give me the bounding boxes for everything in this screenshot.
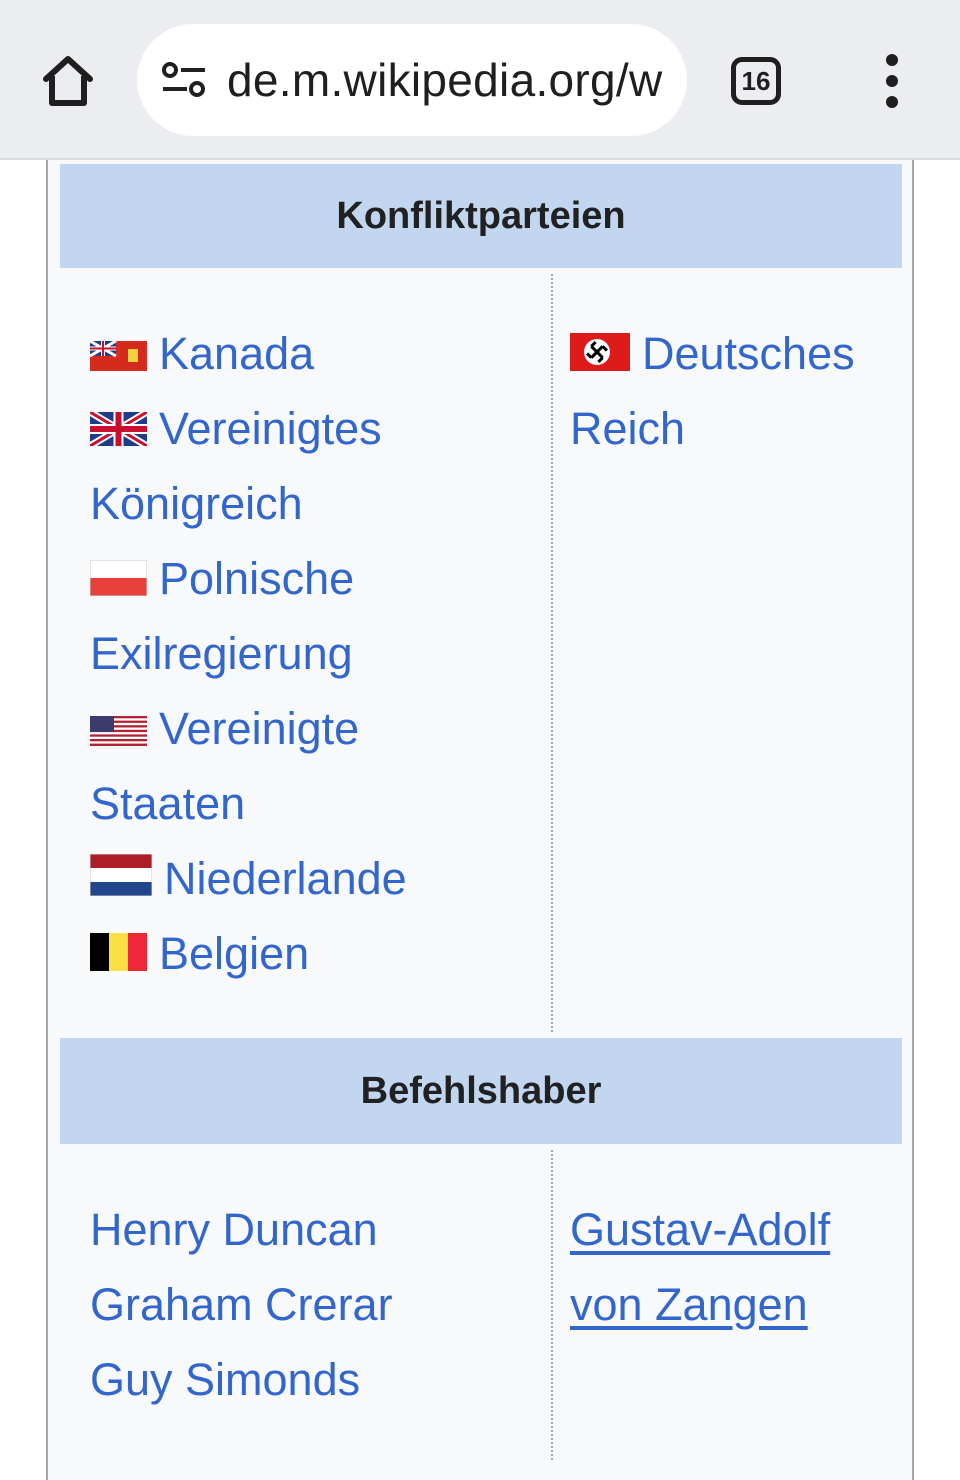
flag-usa-icon <box>90 716 147 746</box>
section-header-befehlshaber: Befehlshaber <box>60 1038 902 1144</box>
site-settings-icon[interactable] <box>161 62 207 98</box>
section-header-konfliktparteien: Konfliktparteien <box>60 164 902 268</box>
flag-uk-icon <box>88 408 149 450</box>
link-belgien[interactable]: Belgien <box>159 928 309 979</box>
link-exilregierung[interactable]: Exilregierung <box>90 628 353 679</box>
axis-commanders-column: Gustav-Adolf von Zangen <box>570 1192 890 1342</box>
flag-netherlands-icon <box>89 853 153 897</box>
allies-column: Kanada Vereinigtes Königreich Polnische … <box>88 316 530 991</box>
more-menu-icon[interactable] <box>880 54 904 108</box>
flag-belgium-icon <box>90 933 147 971</box>
home-icon <box>43 56 93 106</box>
link-koenigreich[interactable]: Königreich <box>90 478 303 529</box>
link-kanada[interactable]: Kanada <box>159 328 314 379</box>
tab-switcher-icon[interactable]: 16 <box>731 57 781 105</box>
infobox: Konfliktparteien Kanada Vereinigtes Köni… <box>46 160 914 1480</box>
url-text[interactable]: de.m.wikipedia.org/w <box>227 52 663 108</box>
home-button[interactable] <box>40 52 96 108</box>
link-commander-zangen-2[interactable]: von Zangen <box>570 1279 808 1330</box>
link-commander-simonds[interactable]: Guy Simonds <box>90 1354 360 1405</box>
link-commander-crerar-1[interactable]: Henry Duncan <box>90 1204 378 1255</box>
axis-column: Deutsches Reich <box>570 316 890 466</box>
column-divider <box>551 1150 553 1460</box>
link-staaten[interactable]: Staaten <box>90 778 245 829</box>
column-divider <box>551 274 553 1032</box>
link-vereinigtes[interactable]: Vereinigtes <box>159 403 382 454</box>
address-bar[interactable]: de.m.wikipedia.org/w <box>137 24 687 136</box>
flag-german-reich-icon <box>570 333 630 371</box>
link-deutsches[interactable]: Deutsches <box>642 328 855 379</box>
browser-toolbar: de.m.wikipedia.org/w 16 <box>0 0 960 160</box>
flag-poland-icon <box>89 559 148 597</box>
tab-count: 16 <box>741 65 771 96</box>
link-polnische[interactable]: Polnische <box>159 553 354 604</box>
link-vereinigte[interactable]: Vereinigte <box>159 703 359 754</box>
link-commander-zangen-1[interactable]: Gustav-Adolf <box>570 1204 830 1255</box>
link-reich[interactable]: Reich <box>570 403 685 454</box>
link-commander-crerar-2[interactable]: Graham Crerar <box>90 1279 393 1330</box>
allied-commanders-column: Henry Duncan Graham Crerar Guy Simonds <box>90 1192 530 1417</box>
flag-canada-icon <box>89 339 147 371</box>
link-niederlande[interactable]: Niederlande <box>164 853 407 904</box>
